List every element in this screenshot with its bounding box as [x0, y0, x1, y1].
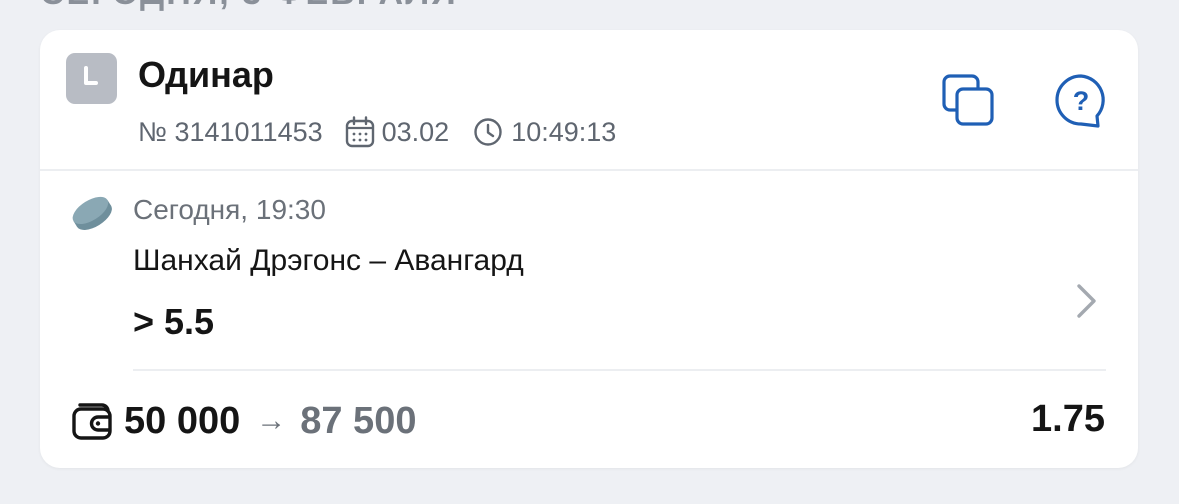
- time-clock-icon: [473, 117, 503, 147]
- ticket-number: № 3141011453: [138, 116, 323, 147]
- stake-amount: 50 000: [124, 399, 241, 442]
- copy-button[interactable]: [938, 70, 998, 130]
- bet-odds: 1.75: [1031, 398, 1105, 440]
- wallet-icon: [72, 403, 112, 440]
- help-bubble-icon: ?: [1055, 74, 1105, 128]
- bet-card: Одинар № 3141011453 03.02 10:49:13 ? Сег…: [40, 30, 1138, 468]
- calendar-icon: [345, 116, 375, 148]
- event-start-time: Сегодня, 19:30: [133, 194, 326, 225]
- hockey-puck-icon: [72, 196, 112, 230]
- help-button[interactable]: ?: [1050, 70, 1112, 132]
- event-row[interactable]: Сегодня, 19:30 Шанхай Дрэгонс – Авангард…: [40, 171, 1138, 369]
- potential-payout: 87 500: [300, 399, 417, 442]
- bet-meta-row: № 3141011453 03.02 10:49:13: [138, 114, 616, 150]
- event-name: Шанхай Дрэгонс – Авангард: [133, 244, 524, 277]
- bet-date: 03.02: [381, 116, 450, 147]
- stake-row: 50 000 → 87 500: [124, 398, 416, 444]
- event-divider: [133, 369, 1106, 371]
- svg-text:?: ?: [1073, 86, 1090, 116]
- bet-outcome: > 5.5: [133, 301, 215, 342]
- arrow-right-icon: →: [256, 404, 287, 437]
- bet-time: 10:49:13: [511, 116, 617, 147]
- copy-icon: [942, 74, 994, 126]
- section-date-heading: СЕГОДНЯ, 3 ФЕВРАЛЯ: [40, 0, 458, 13]
- bet-type-clock-icon: [66, 53, 117, 104]
- bet-type-title: Одинар: [138, 54, 274, 95]
- chevron-right-icon: [1077, 284, 1096, 318]
